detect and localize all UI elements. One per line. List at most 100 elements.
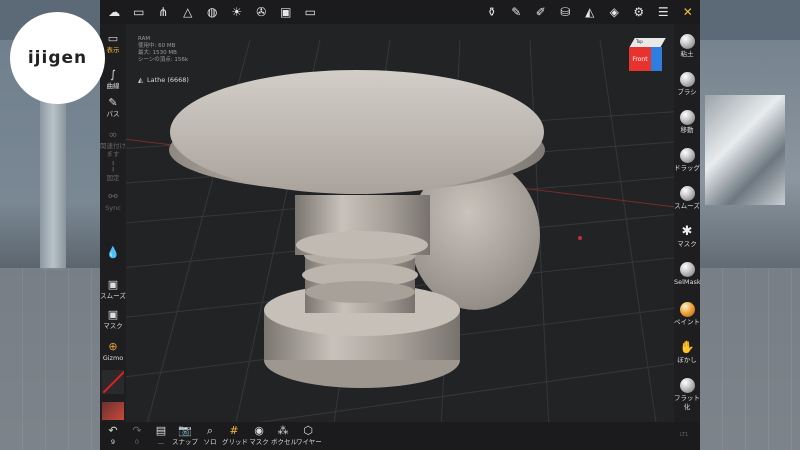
clay-icon bbox=[679, 34, 695, 49]
tool-mask[interactable]: ✱ マスク bbox=[674, 224, 700, 249]
camera-icon: ▭ bbox=[107, 32, 119, 45]
snapshot-button[interactable]: 📷 スナップ bbox=[172, 424, 198, 447]
selmask-label: SelMask bbox=[674, 278, 701, 286]
solo-icon: ⌕ bbox=[206, 424, 214, 437]
smooth-label: スムーズ bbox=[674, 202, 700, 210]
camera-aperture-icon[interactable]: ✇ bbox=[249, 0, 274, 24]
gizmo-button[interactable]: ⊕ Gizmo bbox=[100, 340, 126, 362]
line-icon: ╎ bbox=[109, 160, 117, 173]
scene-info-line: シーンの頂点: 156k bbox=[138, 57, 189, 63]
scene-graph-icon[interactable]: ⋔ bbox=[151, 0, 176, 24]
3d-viewport[interactable] bbox=[100, 0, 700, 450]
bottom-toolbar: ↶ 9 ↷ 0 ▤ ... 📷 スナップ ⌕ ソロ # グリッド ◉ マスク ⁂… bbox=[100, 422, 700, 450]
video-icon[interactable]: ▭ bbox=[298, 0, 323, 24]
grid-label: グリッド bbox=[222, 438, 248, 446]
wireframe-icon: ⬡ bbox=[303, 424, 313, 437]
settings-icon[interactable]: ⚙ bbox=[627, 0, 652, 24]
brush-icon bbox=[679, 72, 695, 87]
solo-button[interactable]: ⌕ ソロ bbox=[202, 424, 218, 447]
tool-flatten[interactable]: フラット化 bbox=[674, 378, 700, 412]
mesh-icon[interactable]: △ bbox=[176, 0, 201, 24]
link-button[interactable]: ∞ 関連付けます bbox=[100, 128, 126, 158]
solo-label: ソロ bbox=[203, 438, 217, 446]
smooth-icon bbox=[679, 186, 695, 201]
redo-button[interactable]: ↷ 0 bbox=[130, 424, 144, 447]
lock-button[interactable]: ╎ 固定 bbox=[100, 160, 126, 182]
tool-blur[interactable]: ✋ ぼかし bbox=[674, 340, 700, 365]
drag-label: ドラッグ bbox=[674, 164, 700, 172]
eye-mask-icon: ◉ bbox=[254, 424, 264, 437]
tool-selmask[interactable]: SelMask bbox=[674, 262, 701, 287]
droplet-button[interactable]: 💧 bbox=[100, 246, 126, 260]
smooth-button[interactable]: ▣ スムーズ bbox=[100, 278, 126, 300]
grid-button[interactable]: # グリッド bbox=[222, 424, 248, 447]
sync-button[interactable]: ⚯ Sync bbox=[100, 190, 126, 212]
layer-stack-icon: ▤ bbox=[155, 424, 167, 437]
tool-brush[interactable]: ブラシ bbox=[674, 72, 700, 97]
tool-clay[interactable]: 粘土 bbox=[674, 34, 700, 59]
scene-info-line: RAM bbox=[138, 36, 151, 42]
lock-label: 固定 bbox=[106, 174, 120, 182]
wireframe-button[interactable]: ⬡ ワイヤー bbox=[296, 424, 322, 447]
undo-count: 9 bbox=[110, 438, 116, 446]
tool-smooth[interactable]: スムーズ bbox=[674, 186, 700, 211]
mask-label: マスク bbox=[103, 322, 123, 330]
cube-right-face[interactable] bbox=[651, 47, 662, 71]
wireframe-label: ワイヤー bbox=[296, 438, 322, 446]
triangle-icon[interactable]: ◭ bbox=[578, 0, 603, 24]
move-label: 移動 bbox=[680, 126, 694, 134]
gizmo-label: Gizmo bbox=[102, 354, 124, 362]
curve-icon: ∫ bbox=[110, 68, 116, 81]
link-icon: ∞ bbox=[108, 128, 118, 141]
folder-icon[interactable]: ▭ bbox=[127, 0, 152, 24]
sliders-icon[interactable]: ☰ bbox=[651, 0, 676, 24]
drag-icon bbox=[679, 148, 695, 163]
curve-label: 曲線 bbox=[106, 82, 120, 90]
color-preview[interactable] bbox=[102, 402, 124, 420]
layer-stack-label: ... bbox=[157, 438, 165, 446]
environment-right bbox=[700, 0, 800, 450]
mask-label: マスク bbox=[677, 240, 697, 248]
eye-mask-button[interactable]: ◉ マスク bbox=[249, 424, 269, 447]
path-button[interactable]: ✎ パス bbox=[100, 96, 126, 118]
undo-button[interactable]: ↶ 9 bbox=[106, 424, 120, 447]
sync-label: Sync bbox=[105, 204, 121, 212]
blur-label: ぼかし bbox=[677, 356, 697, 364]
sun-icon[interactable]: ☀ bbox=[225, 0, 250, 24]
stroke-preview[interactable] bbox=[102, 370, 124, 394]
logo-text: ijigen bbox=[27, 48, 88, 68]
material-sphere-icon[interactable]: ◍ bbox=[200, 0, 225, 24]
layers-icon[interactable]: ◈ bbox=[602, 0, 627, 24]
curve-button[interactable]: ∫ 曲線 bbox=[100, 68, 126, 90]
layer-stack-button[interactable]: ▤ ... bbox=[154, 424, 168, 447]
tool-drag[interactable]: ドラッグ bbox=[674, 148, 700, 173]
flatten-icon bbox=[679, 378, 695, 393]
active-layer[interactable]: ◭ Lathe (6668) bbox=[138, 76, 189, 84]
cube-front-face[interactable]: Front bbox=[629, 47, 651, 71]
smooth-icon: ▣ bbox=[107, 278, 119, 291]
link-label: 関連付けます bbox=[100, 142, 126, 158]
voxel-label: ボクセル bbox=[271, 438, 297, 446]
voxel-button[interactable]: ⁂ ボクセル bbox=[271, 424, 297, 447]
scene-info-line: 最大: 1530 MB bbox=[138, 50, 177, 56]
mask-button[interactable]: ▣ マスク bbox=[100, 308, 126, 330]
vase-icon[interactable]: ⚱ bbox=[480, 0, 505, 24]
pencil-icon[interactable]: ✎ bbox=[504, 0, 529, 24]
layer-label: Lathe (6668) bbox=[147, 76, 189, 84]
navigation-cube[interactable]: Top Front bbox=[628, 38, 666, 72]
smooth-label: スムーズ bbox=[100, 292, 126, 300]
path-icon: ✎ bbox=[108, 96, 118, 109]
nomad-logo-icon[interactable]: ☁ bbox=[102, 0, 127, 24]
paint-bucket-icon[interactable]: ⛁ bbox=[553, 0, 578, 24]
left-toolbar: ▭ 表示 ∫ 曲線 ✎ パス ∞ 関連付けます ╎ 固定 ⚯ Sync 💧 ▣ … bbox=[100, 24, 126, 422]
tool-paint[interactable]: ペイント bbox=[674, 302, 700, 327]
tools-icon[interactable]: ✕ bbox=[676, 0, 701, 24]
tool-move[interactable]: 移動 bbox=[674, 110, 700, 135]
move-icon bbox=[679, 110, 695, 125]
fps-indicator: LT1 bbox=[680, 432, 689, 438]
image-icon[interactable]: ▣ bbox=[274, 0, 299, 24]
eyedropper-icon[interactable]: ✐ bbox=[529, 0, 554, 24]
path-label: パス bbox=[106, 110, 120, 118]
mask-icon: ✱ bbox=[681, 224, 693, 239]
droplet-icon: 💧 bbox=[106, 246, 120, 259]
